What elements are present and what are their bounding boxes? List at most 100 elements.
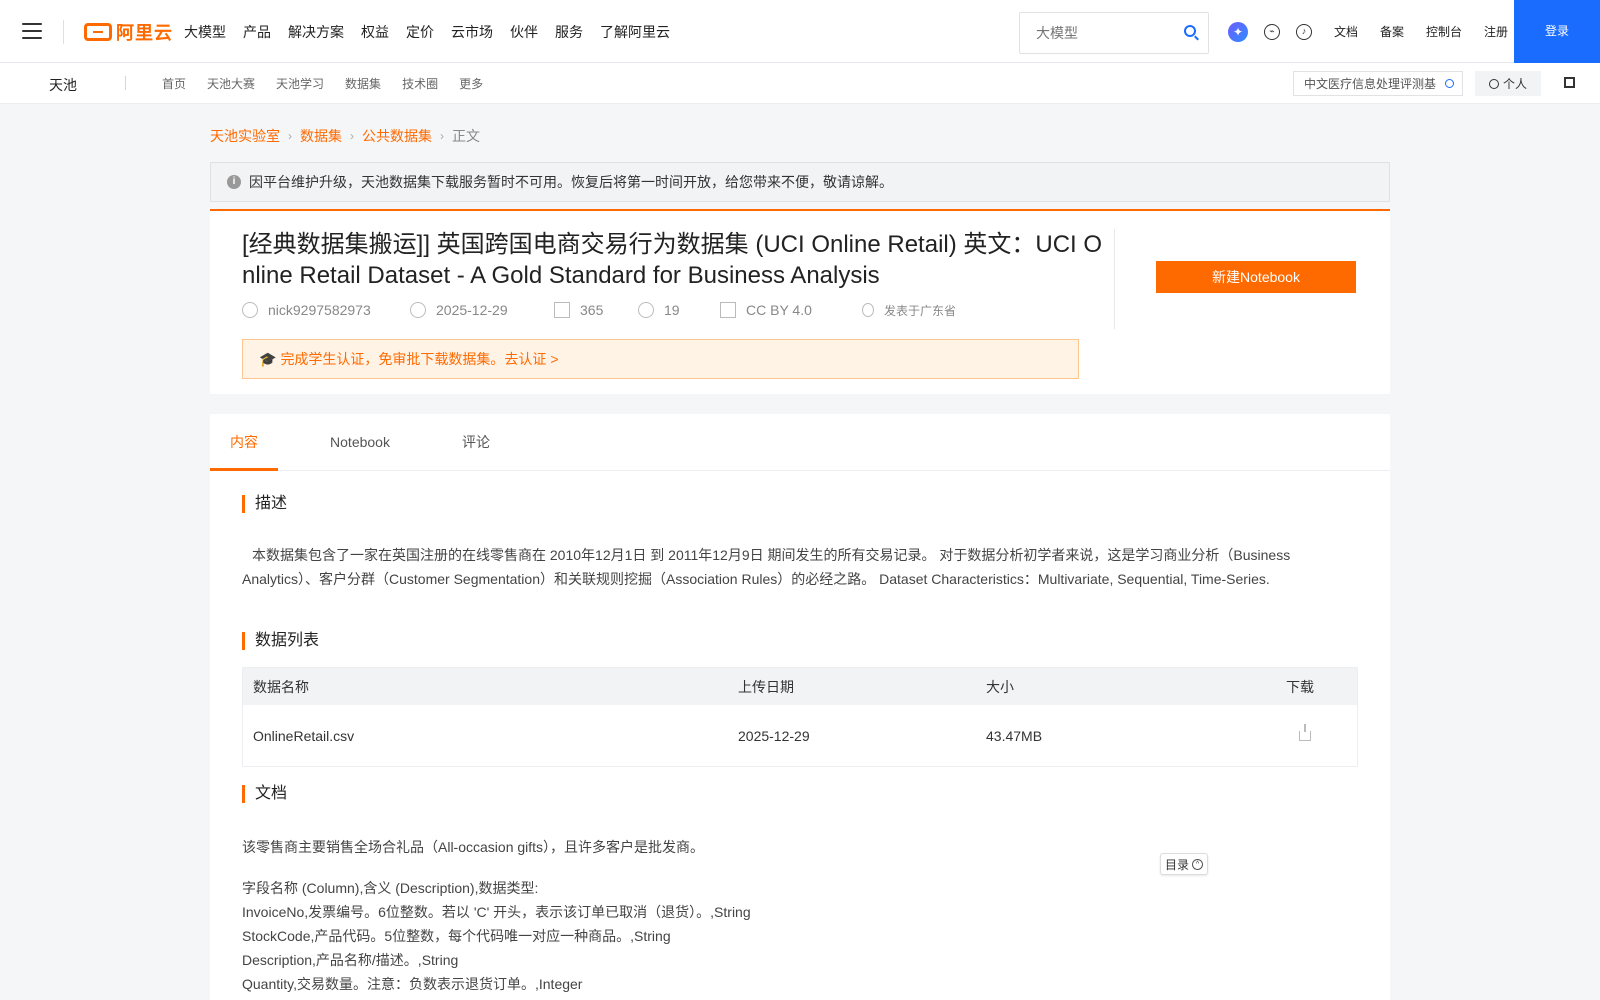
file-name: OnlineRetail.csv [253, 727, 355, 744]
link-icp[interactable]: 备案 [1380, 23, 1404, 40]
subnav-home[interactable]: 首页 [162, 75, 186, 92]
student-auth-text: 完成学生认证，免审批下载数据集。去认证 > [280, 351, 559, 367]
login-button[interactable]: 登录 [1514, 0, 1600, 63]
divider [1114, 229, 1115, 329]
graduation-cap-icon: 🎓 [259, 350, 277, 367]
license: CC BY 4.0 [746, 302, 812, 318]
chevron-up-icon: ^ [1192, 858, 1204, 870]
col-size: 大小 [986, 678, 1014, 695]
download-count-icon [554, 302, 570, 318]
dataset-title: [经典数据集搬运]] 英国跨国电商交易行为数据集 (UCI Online Ret… [242, 231, 1103, 289]
breadcrumb-public-datasets[interactable]: 公共数据集 [362, 126, 432, 146]
nav-item-about[interactable]: 了解阿里云 [600, 22, 670, 42]
tab-comments[interactable]: 评论 [446, 414, 506, 471]
nav-item-products[interactable]: 产品 [243, 22, 271, 42]
docs-title: 文档 [242, 785, 287, 803]
tianchi-search-input[interactable] [1294, 72, 1436, 95]
publish-date: 2025-12-29 [436, 302, 508, 318]
nav-item-llm[interactable]: 大模型 [184, 22, 226, 42]
nav-item-services[interactable]: 服务 [555, 22, 583, 42]
meta-author[interactable]: nick9297582973 [242, 302, 410, 318]
fullscreen-icon[interactable] [1564, 77, 1575, 88]
divider [63, 20, 64, 44]
subnav-items: 首页 天池大赛 天池学习 数据集 技术圈 更多 [162, 63, 504, 103]
file-date: 2025-12-29 [738, 727, 810, 744]
author-name: nick9297582973 [268, 302, 371, 318]
col-download: 下载 [1286, 678, 1314, 695]
aliyun-logo[interactable]: 阿里云 [84, 20, 173, 44]
search-icon[interactable] [1445, 79, 1454, 88]
link-console[interactable]: 控制台 [1426, 23, 1462, 40]
table-header: 数据名称 上传日期 大小 下载 [243, 668, 1357, 705]
download-count: 365 [580, 302, 604, 318]
user-icon [242, 302, 258, 318]
meta-citations: 19 [638, 302, 720, 318]
tianchi-subnav: 天池 首页 天池大赛 天池学习 数据集 技术圈 更多 个人 [0, 63, 1600, 104]
subnav-competitions[interactable]: 天池大赛 [207, 75, 255, 92]
subnav-tech-circle[interactable]: 技术圈 [402, 75, 438, 92]
download-icon[interactable] [1299, 723, 1311, 741]
nav-item-marketplace[interactable]: 云市场 [451, 22, 493, 42]
subnav-more[interactable]: 更多 [459, 75, 483, 92]
nav-item-partners[interactable]: 伙伴 [510, 22, 538, 42]
description-title: 描述 [242, 495, 287, 513]
ai-assistant-icon[interactable]: ✦ [1228, 22, 1248, 42]
toc-button[interactable]: 目录 ^ [1160, 853, 1209, 875]
search-icon[interactable] [1184, 25, 1196, 37]
col-date: 上传日期 [738, 678, 794, 695]
toc-label: 目录 [1165, 857, 1190, 872]
doc-line: 该零售商主要销售全场合礼品（All-occasion gifts），且许多客户是… [242, 839, 705, 855]
dashboard-icon[interactable]: ⌁ [1264, 24, 1280, 40]
logo-mark-icon [84, 23, 112, 41]
top-icons: ✦ ⌁ ♪ [1228, 21, 1312, 43]
support-headset-icon[interactable]: ♪ [1296, 24, 1312, 40]
clock-icon [410, 302, 426, 318]
main-content: 描述 本数据集包含了一家在英国注册的在线零售商在 2010年12月1日 到 20… [210, 471, 1390, 1000]
location: 发表于广东省 [884, 303, 957, 318]
tab-content[interactable]: 内容 [210, 414, 278, 471]
citation-count: 19 [664, 302, 680, 318]
chevron-right-icon: › [440, 129, 444, 143]
meta-license: CC BY 4.0 [720, 302, 862, 318]
chevron-right-icon: › [288, 129, 292, 143]
main-nav: 大模型 产品 解决方案 权益 定价 云市场 伙伴 服务 了解阿里云 [184, 0, 687, 63]
doc-line: StockCode,产品代码。5位整数，每个代码唯一对应一种商品。,String [242, 928, 671, 944]
breadcrumb: 天池实验室 › 数据集 › 公共数据集 › 正文 [210, 126, 480, 146]
doc-line: 字段名称 (Column),含义 (Description),数据类型: [242, 880, 539, 896]
breadcrumb-current: 正文 [452, 128, 480, 144]
user-icon [1488, 78, 1499, 89]
personal-label: 个人 [1502, 77, 1527, 91]
col-name: 数据名称 [253, 678, 309, 695]
breadcrumb-lab[interactable]: 天池实验室 [210, 126, 280, 146]
new-notebook-button[interactable]: 新建Notebook [1156, 261, 1356, 293]
nav-item-solutions[interactable]: 解决方案 [288, 22, 344, 42]
file-size: 43.47MB [986, 727, 1043, 744]
breadcrumb-datasets[interactable]: 数据集 [300, 126, 342, 146]
logo-text: 阿里云 [116, 23, 173, 43]
meta-date: 2025-12-29 [410, 302, 554, 318]
top-links: 文档 备案 控制台 注册 [1334, 0, 1530, 63]
subnav-learning[interactable]: 天池学习 [276, 75, 324, 92]
link-docs[interactable]: 文档 [1334, 23, 1358, 40]
doc-line: Description,产品名称/描述。,String [242, 952, 459, 968]
menu-icon[interactable] [22, 23, 42, 39]
personal-button[interactable]: 个人 [1475, 71, 1541, 96]
tianchi-search [1293, 71, 1463, 96]
share-icon [638, 302, 654, 318]
global-search-input[interactable] [1020, 13, 1170, 53]
subnav-datasets[interactable]: 数据集 [345, 75, 381, 92]
nav-item-benefits[interactable]: 权益 [361, 22, 389, 42]
link-register[interactable]: 注册 [1484, 23, 1508, 40]
location-pin-icon [862, 303, 874, 317]
dataset-meta: nick9297582973 2025-12-29 365 19 CC BY 4… [242, 300, 956, 320]
dataset-header: [经典数据集搬运]] 英国跨国电商交易行为数据集 (UCI Online Ret… [210, 209, 1390, 394]
description-text: 本数据集包含了一家在英国注册的在线零售商在 2010年12月1日 到 2011年… [242, 547, 1291, 587]
meta-downloads: 365 [554, 302, 638, 318]
student-auth-banner[interactable]: 🎓 完成学生认证，免审批下载数据集。去认证 > [242, 339, 1079, 379]
document-icon [720, 302, 736, 318]
tianchi-brand[interactable]: 天池 [49, 75, 77, 95]
doc-line: InvoiceNo,发票编号。6位整数。若以 'C' 开头，表示该订单已取消（退… [242, 904, 751, 920]
doc-line: Quantity,交易数量。注意：负数表示退货订单。,Integer [242, 976, 583, 992]
tab-notebook[interactable]: Notebook [310, 414, 410, 471]
nav-item-pricing[interactable]: 定价 [406, 22, 434, 42]
